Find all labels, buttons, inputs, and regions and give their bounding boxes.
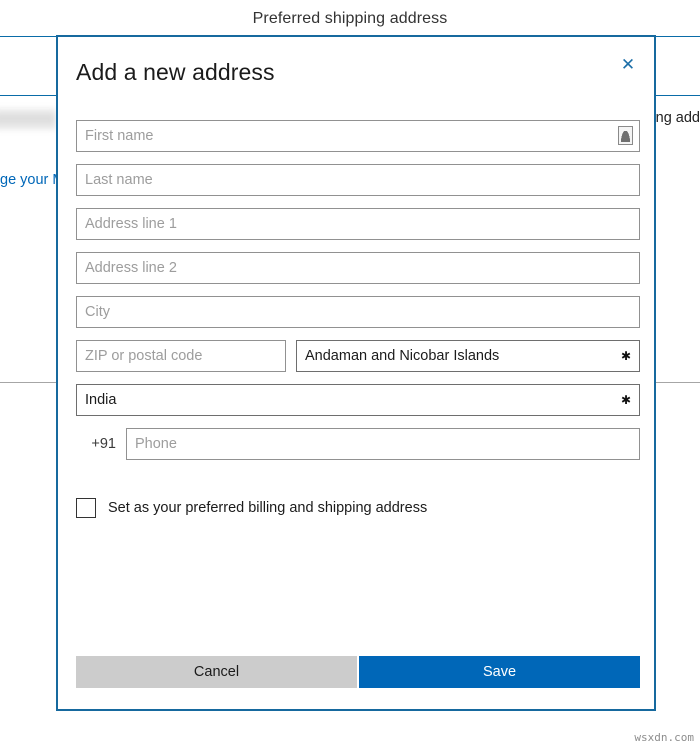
state-wrap: Andaman and Nicobar Islands ✱: [296, 340, 640, 372]
phone-row: +91: [76, 428, 640, 460]
state-select[interactable]: Andaman and Nicobar Islands: [296, 340, 640, 372]
preferred-address-checkbox[interactable]: [76, 498, 96, 518]
background-blurred-bar: [0, 108, 56, 130]
footer-credit: wsxdn.com: [634, 731, 694, 744]
address-line-2-row: [76, 252, 640, 284]
city-input[interactable]: [76, 296, 640, 328]
page-root: Preferred shipping address ge your M ng …: [0, 0, 700, 750]
address-line-2-input[interactable]: [76, 252, 640, 284]
contact-card-icon[interactable]: [618, 126, 633, 145]
add-address-dialog: ✕ Add a new address First name Last name…: [56, 35, 656, 711]
dialog-title: Add a new address: [76, 59, 275, 85]
phone-input[interactable]: [126, 428, 640, 460]
last-name-input[interactable]: [76, 164, 640, 196]
preferred-address-checkbox-row[interactable]: Set as your preferred billing and shippi…: [76, 498, 640, 518]
zip-wrap: [76, 340, 286, 372]
save-button[interactable]: Save: [359, 656, 640, 688]
zip-state-row: Andaman and Nicobar Islands ✱: [76, 340, 640, 372]
address-line-1-input[interactable]: [76, 208, 640, 240]
phone-country-code: +91: [91, 436, 116, 452]
country-row: India ✱: [76, 384, 640, 416]
city-row: [76, 296, 640, 328]
close-icon[interactable]: ✕: [611, 47, 645, 81]
background-heading: Preferred shipping address: [252, 10, 448, 27]
background-text-partial: ng add: [655, 110, 700, 126]
last-name-row: [76, 164, 640, 196]
address-form: Andaman and Nicobar Islands ✱ India ✱ +9…: [76, 120, 640, 518]
background-link-partial[interactable]: ge your M: [0, 172, 64, 188]
country-select[interactable]: India: [76, 384, 640, 416]
phone-input-wrap: [126, 428, 640, 460]
country-wrap: India ✱: [76, 384, 640, 416]
address-line-1-row: [76, 208, 640, 240]
cancel-button[interactable]: Cancel: [76, 656, 357, 688]
first-name-input[interactable]: [76, 120, 640, 152]
preferred-address-label: Set as your preferred billing and shippi…: [108, 500, 428, 516]
zip-input[interactable]: [76, 340, 286, 372]
dialog-actions: Cancel Save: [76, 656, 640, 688]
first-name-row: [76, 120, 640, 152]
